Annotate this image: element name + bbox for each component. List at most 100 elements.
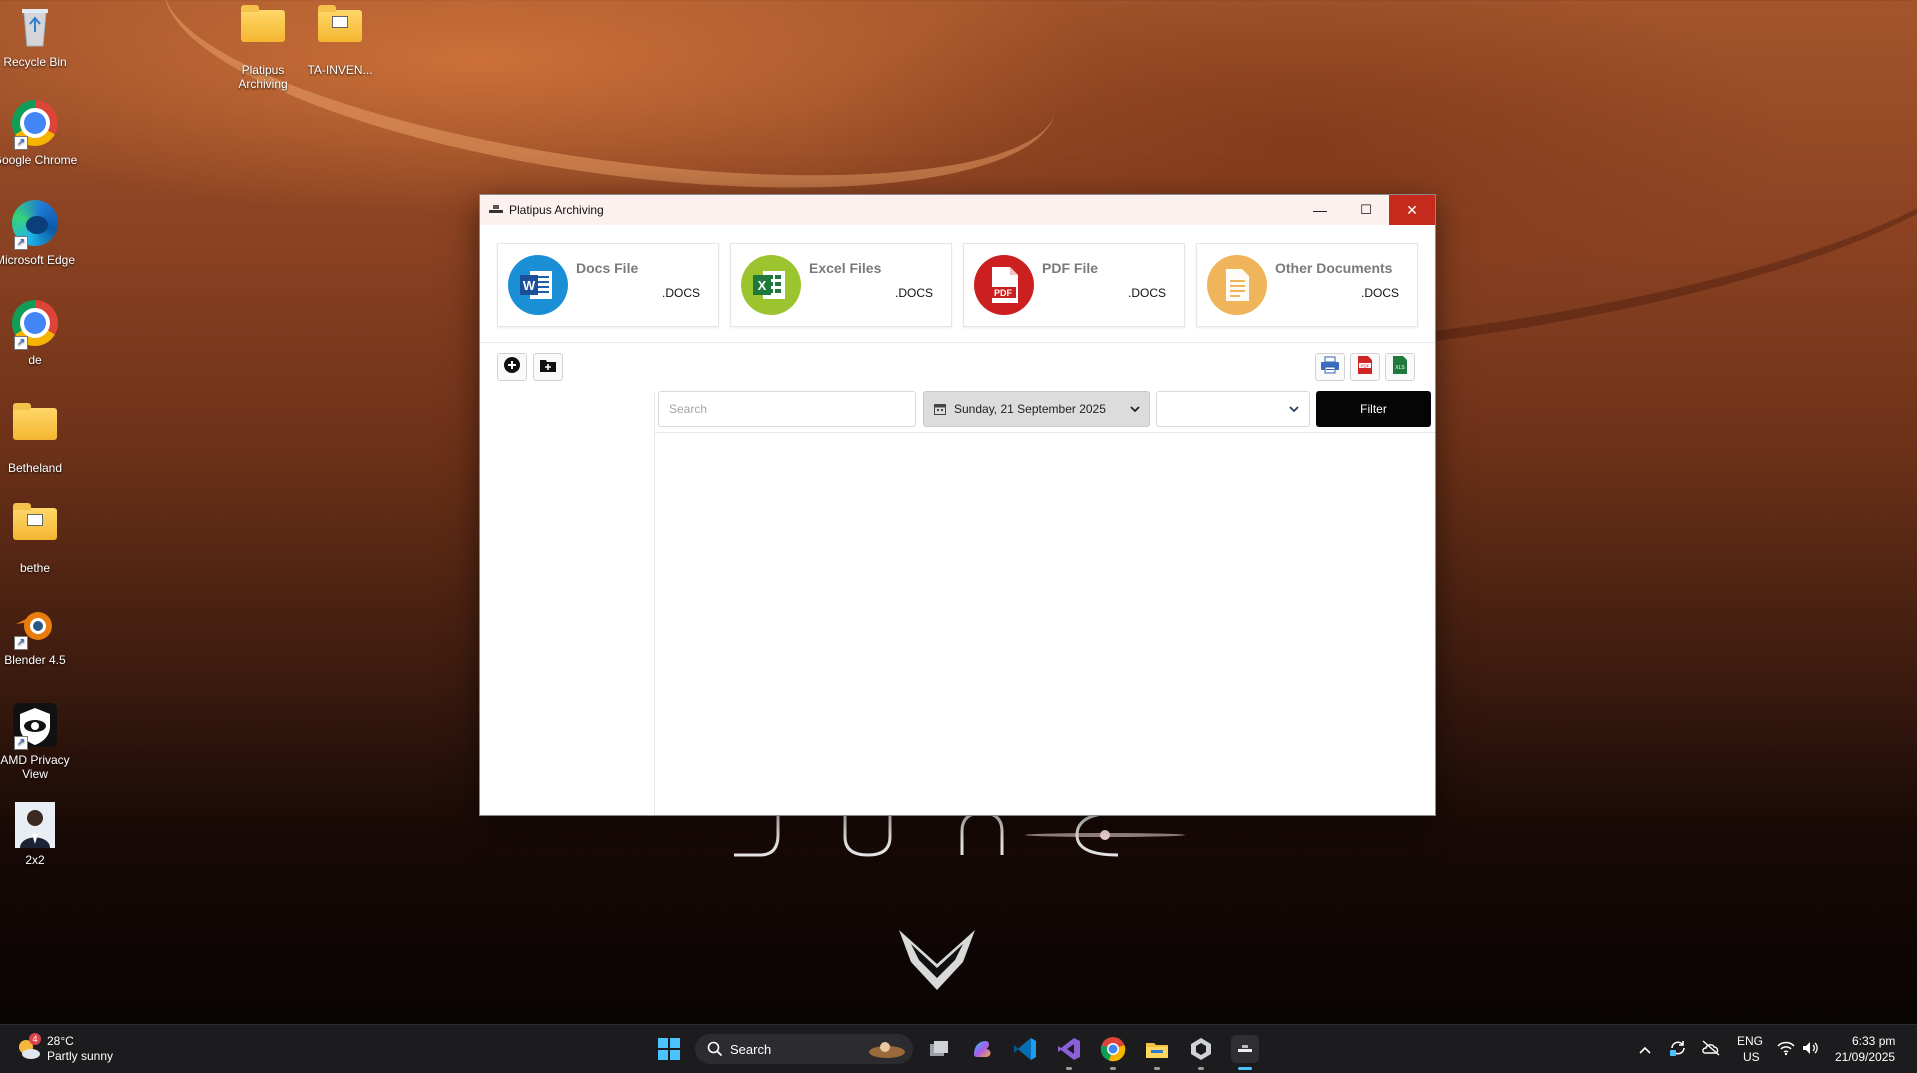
- taskbar-search[interactable]: Search: [695, 1034, 913, 1064]
- clock-time[interactable]: 6:33 pm: [1852, 1034, 1895, 1049]
- eye-shield-icon: ↗: [10, 700, 60, 750]
- task-view-icon: [925, 1041, 953, 1067]
- chevron-up-icon[interactable]: [1638, 1042, 1652, 1060]
- chrome-icon: ↗: [10, 100, 60, 150]
- app-logo-icon: [1231, 1045, 1259, 1067]
- card-extension: .DOCS: [894, 286, 933, 300]
- document-icon: [1207, 255, 1267, 315]
- wifi-icon[interactable]: [1777, 1040, 1795, 1061]
- desktop-icon-google-chrome[interactable]: ↗ Google Chrome: [0, 98, 78, 167]
- active-indicator: [1238, 1067, 1252, 1070]
- language-indicator[interactable]: ENG: [1737, 1034, 1763, 1049]
- chevron-down-icon: [1130, 405, 1140, 413]
- recycle-bin-icon: [10, 2, 60, 52]
- folder-icon: [10, 503, 60, 558]
- date-value: Sunday, 21 September 2025: [954, 402, 1106, 416]
- search-input[interactable]: [658, 391, 916, 427]
- file-type-cards: W Docs File .DOCS X Excel Files .DOCS PD…: [497, 243, 1418, 327]
- xls-export-icon: XLS: [1391, 355, 1409, 380]
- desktop-icon-de[interactable]: ↗ de: [0, 298, 78, 367]
- search-highlight-icon: [863, 1038, 907, 1065]
- file-explorer-button[interactable]: [1143, 1035, 1171, 1070]
- svg-text:XLS: XLS: [1395, 365, 1405, 371]
- card-title: Other Documents: [1275, 260, 1393, 276]
- section-divider: [480, 342, 1435, 343]
- vscode-button[interactable]: [1011, 1035, 1039, 1063]
- weather-alert-badge: 4: [29, 1033, 41, 1045]
- weather-temp: 28°C: [47, 1034, 74, 1048]
- task-view-button[interactable]: [925, 1035, 953, 1063]
- unity-button[interactable]: [1187, 1035, 1215, 1070]
- svg-text:W: W: [523, 278, 536, 293]
- date-picker[interactable]: Sunday, 21 September 2025: [923, 391, 1150, 427]
- running-indicator: [1066, 1067, 1072, 1070]
- desktop-icon-ta-inven[interactable]: TA-INVEN...: [297, 2, 383, 77]
- copilot-icon: [968, 1041, 996, 1067]
- print-button[interactable]: [1315, 353, 1345, 381]
- desktop-icon-recycle-bin[interactable]: Recycle Bin: [0, 2, 78, 69]
- maximize-button[interactable]: ☐: [1343, 195, 1389, 225]
- filter-button[interactable]: Filter: [1316, 391, 1431, 427]
- desktop-icon-label: Google Chrome: [0, 153, 78, 167]
- card-title: Docs File: [576, 260, 639, 276]
- onedrive-off-icon[interactable]: [1701, 1039, 1721, 1062]
- running-indicator: [1154, 1067, 1160, 1070]
- svg-text:PDF: PDF: [994, 288, 1013, 298]
- chrome-taskbar-button[interactable]: [1099, 1035, 1127, 1070]
- export-pdf-button[interactable]: PDF: [1350, 353, 1380, 381]
- desktop-icon-label: AMD Privacy View: [0, 753, 70, 781]
- clock-date[interactable]: 21/09/2025: [1835, 1050, 1895, 1065]
- folder-icon: [10, 403, 60, 458]
- export-excel-button[interactable]: XLS: [1385, 353, 1415, 381]
- weather-desc: Partly sunny: [47, 1049, 114, 1063]
- desktop-icon-label: Platipus Archiving: [238, 63, 288, 91]
- taskbar-search-label: Search: [730, 1042, 772, 1057]
- desktop-icon-betheland[interactable]: Betheland: [0, 400, 78, 475]
- card-other-documents[interactable]: Other Documents .DOCS: [1196, 243, 1418, 327]
- platipus-taskbar-button[interactable]: [1231, 1035, 1259, 1070]
- desktop-icon-platipus-archiving[interactable]: Platipus Archiving: [220, 2, 306, 91]
- desktop-icon-label: Microsoft Edge: [0, 253, 76, 267]
- desktop-icon-label: Recycle Bin: [3, 55, 67, 69]
- desktop-icon-microsoft-edge[interactable]: ↗ Microsoft Edge: [0, 198, 78, 267]
- card-excel-files[interactable]: X Excel Files .DOCS: [730, 243, 952, 327]
- card-docs-file[interactable]: W Docs File .DOCS: [497, 243, 719, 327]
- add-button[interactable]: [497, 353, 527, 381]
- chrome-icon: [1099, 1037, 1127, 1067]
- visual-studio-button[interactable]: [1055, 1035, 1083, 1070]
- start-button[interactable]: [655, 1035, 683, 1063]
- category-dropdown[interactable]: [1156, 391, 1310, 427]
- windows-logo-icon: [655, 1038, 683, 1067]
- file-explorer-icon: [1143, 1043, 1171, 1067]
- region-indicator: US: [1743, 1050, 1760, 1064]
- desktop-icon-label: bethe: [19, 561, 51, 575]
- minimize-button[interactable]: —: [1297, 195, 1343, 225]
- add-folder-button[interactable]: [533, 353, 563, 381]
- close-button[interactable]: ✕: [1389, 195, 1435, 225]
- card-pdf-file[interactable]: PDF PDF File .DOCS: [963, 243, 1185, 327]
- card-title: PDF File: [1042, 260, 1099, 276]
- printer-icon: [1320, 356, 1340, 379]
- folder-icon: [238, 5, 288, 60]
- search-icon: [707, 1041, 723, 1062]
- desktop-icon-amd-privacy-view[interactable]: ↗ AMD Privacy View: [0, 700, 78, 781]
- excel-icon: X: [741, 255, 801, 315]
- svg-text:PDF: PDF: [1361, 363, 1370, 368]
- copilot-button[interactable]: [968, 1035, 996, 1063]
- desktop-icon-bethe[interactable]: bethe: [0, 500, 78, 575]
- blender-icon: ↗: [10, 600, 60, 650]
- taskbar: 4 28°C Partly sunny Search ENG US 6:33 p…: [0, 1024, 1917, 1073]
- window-titlebar[interactable]: Platipus Archiving — ☐ ✕: [480, 195, 1435, 225]
- card-extension: .DOCS: [661, 286, 700, 300]
- sync-icon[interactable]: [1668, 1038, 1688, 1063]
- volume-icon[interactable]: [1801, 1040, 1819, 1061]
- desktop-icon-2x2[interactable]: 2x2: [0, 800, 78, 867]
- vscode-icon: [1011, 1038, 1039, 1067]
- card-extension: .DOCS: [1127, 286, 1166, 300]
- desktop-icon-blender[interactable]: ↗ Blender 4.5: [0, 600, 78, 667]
- word-icon: W: [508, 255, 568, 315]
- weather-widget[interactable]: 4 28°C Partly sunny: [14, 1031, 134, 1067]
- card-title: Excel Files: [809, 260, 882, 276]
- window-title: Platipus Archiving: [509, 203, 604, 217]
- visual-studio-icon: [1055, 1038, 1083, 1067]
